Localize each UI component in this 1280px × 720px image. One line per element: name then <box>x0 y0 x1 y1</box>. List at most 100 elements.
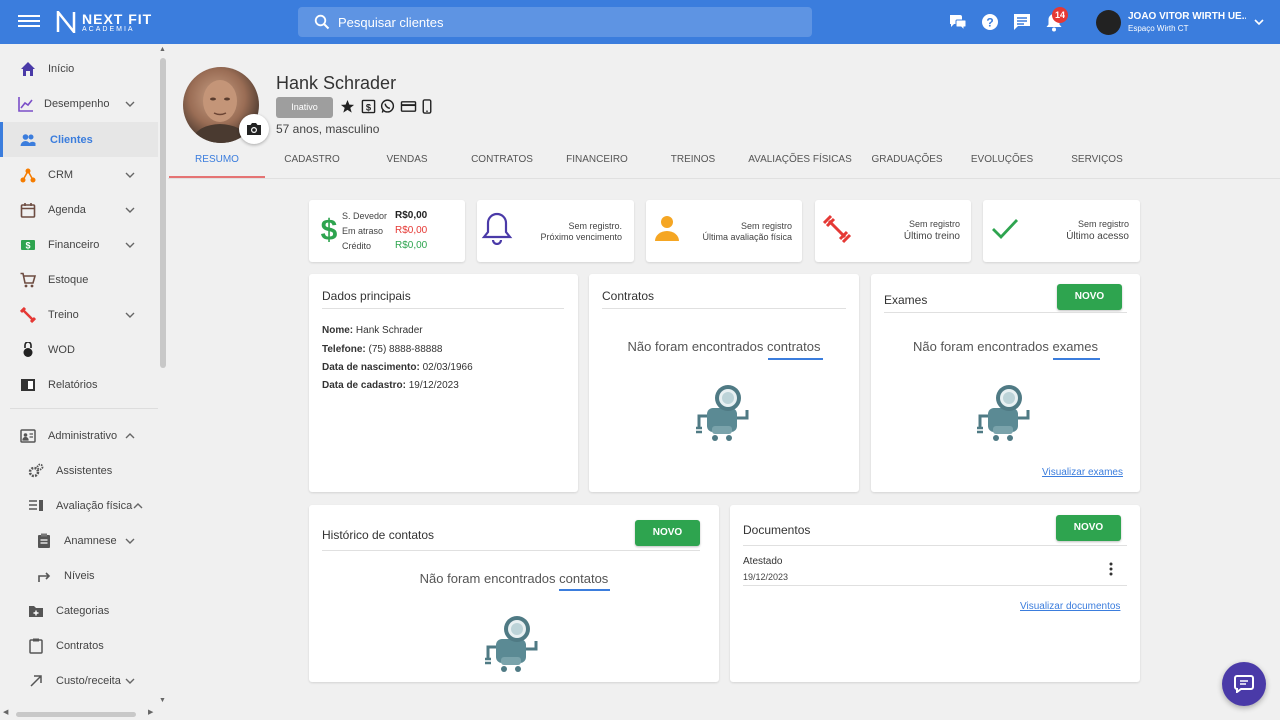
info-value: 19/12/2023 <box>408 380 459 391</box>
client-name: Hank Schrader <box>276 73 397 93</box>
dollar-icon: $ <box>321 214 338 244</box>
whatsapp-chat-icon[interactable] <box>948 12 968 32</box>
robot-illustration-icon <box>977 385 1030 441</box>
view-documents-link[interactable]: Visualizar documentos <box>1020 601 1120 612</box>
calendar-icon <box>20 202 36 218</box>
last-workout-card: Sem registro Último treino <box>815 200 971 262</box>
more-vert-icon[interactable] <box>1108 562 1114 576</box>
kettlebell-icon <box>23 341 33 357</box>
help-icon[interactable]: ? <box>980 12 1000 32</box>
tab-servicos[interactable]: SERVIÇOS <box>1049 148 1145 178</box>
documents-card: Documentos NOVO Atestado 19/12/2023 Visu… <box>730 505 1140 682</box>
info-label: Data de nascimento: <box>322 362 420 373</box>
card-title: Contratos <box>602 289 655 303</box>
sidebar-item-desempenho[interactable]: Desempenho <box>0 86 158 121</box>
whatsapp-icon[interactable] <box>380 99 395 114</box>
balance-value: R$0,00 <box>395 210 428 221</box>
vertical-scrollbar[interactable] <box>160 58 166 368</box>
chevron-down-icon[interactable] <box>1253 16 1265 28</box>
sidebar-item-label: WOD <box>48 343 75 356</box>
tab-financeiro[interactable]: FINANCEIRO <box>549 148 645 178</box>
sidebar-item-contratos[interactable]: Contratos <box>0 628 158 663</box>
scroll-right-arrow[interactable]: ▶ <box>148 708 153 716</box>
sidebar-item-label: Assistentes <box>56 464 113 477</box>
document-name[interactable]: Atestado <box>743 556 782 567</box>
overdue-value: R$0,00 <box>395 225 428 236</box>
sidebar-item-custo-receita[interactable]: Custo/receita <box>0 663 158 698</box>
robot-illustration-icon <box>485 616 538 672</box>
avatar[interactable] <box>1096 10 1121 35</box>
money-icon: $ <box>21 239 35 250</box>
sidebar-item-label: Níveis <box>64 569 95 582</box>
info-row-signup-date: Data de cadastro: 19/12/2023 <box>322 380 459 391</box>
view-exams-link[interactable]: Visualizar exames <box>1042 467 1123 478</box>
tab-contratos[interactable]: CONTRATOS <box>454 148 550 178</box>
tab-cadastro[interactable]: CADASTRO <box>264 148 360 178</box>
tab-evolucoes[interactable]: EVOLUÇÕES <box>954 148 1050 178</box>
sidebar: Início Desempenho Clientes CRM Agenda $ … <box>0 44 168 720</box>
sidebar-item-anamnese[interactable]: Anamnese <box>0 523 158 558</box>
empty-underline <box>768 358 823 360</box>
phone-icon[interactable] <box>421 99 433 114</box>
add-exam-button[interactable]: NOVO <box>1057 284 1122 310</box>
sidebar-item-label: Clientes <box>50 133 93 146</box>
check-icon <box>992 219 1019 240</box>
user-company: Espaço Wirth CT <box>1128 24 1189 33</box>
sidebar-item-wod[interactable]: WOD <box>0 332 158 367</box>
chevron-down-icon <box>125 172 135 178</box>
horizontal-scrollbar[interactable] <box>16 712 136 717</box>
sidebar-item-crm[interactable]: CRM <box>0 157 158 192</box>
credit-card-icon[interactable] <box>400 99 417 114</box>
scroll-left-arrow[interactable]: ◀ <box>3 708 8 716</box>
camera-button[interactable] <box>239 114 269 144</box>
empty-underline <box>559 589 610 591</box>
sidebar-item-relatorios[interactable]: Relatórios <box>0 367 158 402</box>
crm-icon <box>20 168 36 182</box>
search-bar[interactable] <box>298 7 812 37</box>
contact-history-card: Histórico de contatos NOVO Não foram enc… <box>309 505 719 682</box>
sidebar-item-inicio[interactable]: Início <box>0 51 158 86</box>
star-icon[interactable] <box>340 99 355 114</box>
sidebar-item-assistentes[interactable]: Assistentes <box>0 453 158 488</box>
empty-message: Não foram encontrados exames <box>871 339 1140 354</box>
menu-icon[interactable] <box>18 12 40 32</box>
chevron-down-icon <box>125 678 135 684</box>
tab-resumo[interactable]: RESUMO <box>169 148 265 178</box>
chat-button[interactable] <box>1222 662 1266 706</box>
tab-graduacoes[interactable]: GRADUAÇÕES <box>859 148 955 178</box>
logo[interactable]: NEXT FIT ACADEMIA <box>56 11 152 33</box>
money-icon[interactable]: $ <box>361 99 376 114</box>
bell-icon <box>481 212 513 245</box>
user-name[interactable]: JOAO VITOR WIRTH UE... <box>1128 11 1246 22</box>
sidebar-item-label: CRM <box>48 168 74 181</box>
robot-illustration-icon <box>696 385 749 441</box>
sidebar-item-estoque[interactable]: Estoque <box>0 262 158 297</box>
info-row-phone: Telefone: (75) 8888-88888 <box>322 344 442 355</box>
card-title: Histórico de contatos <box>322 528 435 542</box>
credit-label: Crédito <box>342 241 372 251</box>
sidebar-item-clientes[interactable]: Clientes <box>0 122 158 157</box>
camera-icon <box>247 123 261 135</box>
sidebar-item-categorias[interactable]: Categorias <box>0 593 158 628</box>
sidebar-item-agenda[interactable]: Agenda <box>0 192 158 227</box>
tab-vendas[interactable]: VENDAS <box>359 148 455 178</box>
assessment-status: Sem registro <box>740 221 792 231</box>
chevron-up-icon <box>133 503 143 509</box>
add-contact-button[interactable]: NOVO <box>635 520 700 546</box>
info-label: Telefone: <box>322 344 366 355</box>
tab-treinos[interactable]: TREINOS <box>645 148 741 178</box>
sidebar-item-treino[interactable]: Treino <box>0 297 158 332</box>
message-icon[interactable] <box>1012 12 1032 32</box>
sidebar-item-financeiro[interactable]: $ Financeiro <box>0 227 158 262</box>
sidebar-item-avaliacao-fisica[interactable]: Avaliação física <box>0 488 158 523</box>
add-document-button[interactable]: NOVO <box>1056 515 1121 541</box>
workout-status: Sem registro <box>908 219 960 229</box>
tab-avaliacoes-fisicas[interactable]: AVALIAÇÕES FÍSICAS <box>740 148 860 178</box>
next-due-card: Sem registro. Próximo vencimento <box>477 200 634 262</box>
card-title: Exames <box>884 293 928 307</box>
scroll-up-arrow[interactable]: ▲ <box>159 46 166 53</box>
scroll-down-arrow[interactable]: ▼ <box>159 697 166 704</box>
search-input[interactable] <box>338 7 798 37</box>
sidebar-item-administrativo[interactable]: Administrativo <box>0 418 158 453</box>
sidebar-item-niveis[interactable]: Níveis <box>0 558 158 593</box>
